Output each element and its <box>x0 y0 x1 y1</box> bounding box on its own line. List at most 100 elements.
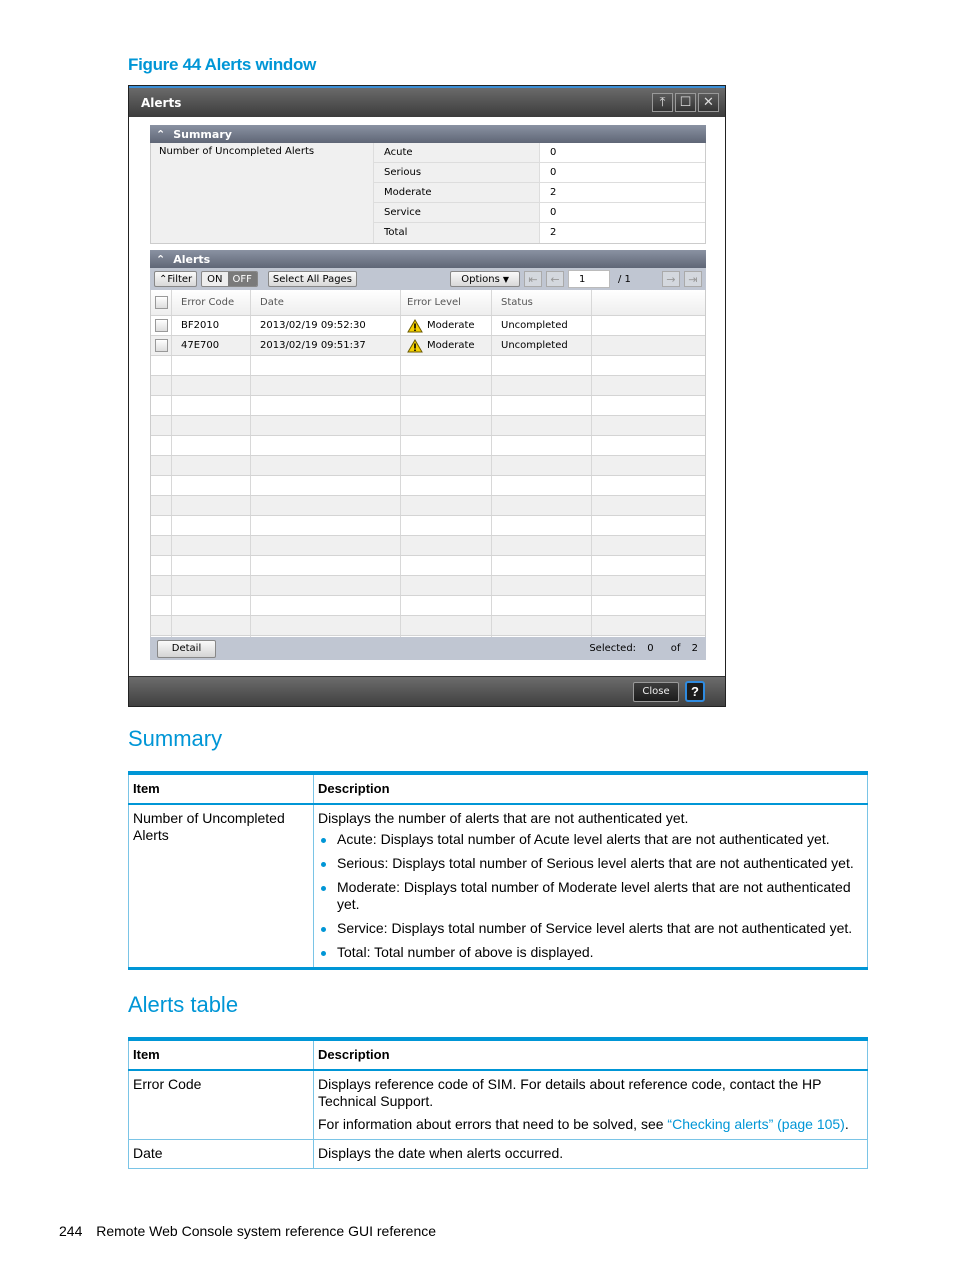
filter-off[interactable]: OFF <box>227 272 257 286</box>
empty-cell <box>151 536 172 555</box>
empty-cell <box>172 396 251 415</box>
window-title-bar[interactable]: Alerts ⤒ ☐ ✕ <box>129 86 725 117</box>
alerts-doc-table: Item Description Error Code Displays ref… <box>128 1037 868 1169</box>
empty-cell <box>492 356 592 375</box>
blank-cell <box>592 336 705 355</box>
maximize-icon[interactable]: ☐ <box>675 93 696 112</box>
table-row[interactable]: BF2010 2013/02/19 09:52:30 Moderate Unco… <box>151 316 705 336</box>
row-checkbox[interactable] <box>154 339 168 352</box>
empty-cell <box>251 616 401 635</box>
empty-cell <box>151 356 172 375</box>
table-row: Error Code Displays reference code of SI… <box>128 1069 868 1140</box>
empty-cell <box>172 516 251 535</box>
table-row <box>151 556 705 576</box>
empty-cell <box>401 556 492 575</box>
empty-cell <box>492 456 592 475</box>
help-button[interactable]: ? <box>685 681 705 702</box>
empty-cell <box>251 496 401 515</box>
empty-cell <box>492 636 592 637</box>
empty-cell <box>401 516 492 535</box>
column-header-date[interactable]: Date <box>251 290 401 315</box>
bullet-item: Moderate: Displays total number of Moder… <box>318 879 863 913</box>
table-row[interactable]: 47E700 2013/02/19 09:51:37 Moderate Unco… <box>151 336 705 356</box>
summary-panel-header[interactable]: ⌃ Summary <box>150 125 706 143</box>
detail-button[interactable]: Detail <box>157 639 216 658</box>
empty-cell <box>151 476 172 495</box>
empty-cell <box>492 616 592 635</box>
page-number-input[interactable] <box>568 270 610 288</box>
page-footer: 244 Remote Web Console system reference … <box>59 1223 436 1239</box>
empty-cell <box>172 416 251 435</box>
empty-cell <box>172 496 251 515</box>
description-cell: Displays reference code of SIM. For deta… <box>313 1069 868 1140</box>
table-row <box>151 616 705 636</box>
prev-page-icon[interactable]: ← <box>546 271 564 287</box>
collapse-icon[interactable]: ⌃ <box>156 128 165 141</box>
filter-toggle[interactable]: ON OFF <box>201 271 258 287</box>
column-header-error-level[interactable]: Error Level <box>401 290 492 315</box>
empty-cell <box>492 416 592 435</box>
empty-cell <box>251 576 401 595</box>
empty-cell <box>151 556 172 575</box>
empty-cell <box>401 416 492 435</box>
checking-alerts-link[interactable]: “Checking alerts” (page 105) <box>667 1116 844 1132</box>
summary-key: Serious <box>373 163 539 182</box>
table-row <box>151 516 705 536</box>
alerts-panel-header[interactable]: ⌃ Alerts <box>150 250 706 268</box>
table-row <box>151 576 705 596</box>
options-button[interactable]: Options ▼ <box>450 271 520 287</box>
close-icon[interactable]: ✕ <box>698 93 719 112</box>
first-page-icon[interactable]: ⇤ <box>524 271 542 287</box>
empty-cell <box>492 516 592 535</box>
empty-cell <box>592 396 705 415</box>
date-cell: 2013/02/19 09:51:37 <box>251 336 401 355</box>
empty-cell <box>592 376 705 395</box>
empty-cell <box>401 496 492 515</box>
item-cell: Error Code <box>128 1069 314 1140</box>
pin-icon[interactable]: ⤒ <box>652 93 673 112</box>
empty-cell <box>492 496 592 515</box>
last-page-icon[interactable]: ⇥ <box>684 271 702 287</box>
summary-row: Acute 0 <box>373 143 705 163</box>
empty-cell <box>251 356 401 375</box>
column-header-error-code[interactable]: Error Code <box>172 290 251 315</box>
select-all-pages-button[interactable]: Select All Pages <box>267 271 357 287</box>
row-checkbox[interactable] <box>154 319 168 332</box>
close-button[interactable]: Close <box>633 681 679 702</box>
grid-header: Error Code Date Error Level Status <box>151 290 705 316</box>
empty-cell <box>172 576 251 595</box>
text-prefix: For information about errors that need t… <box>318 1116 668 1132</box>
summary-value: 2 <box>539 183 705 202</box>
selected-label: Selected: <box>589 643 637 654</box>
empty-cell <box>592 556 705 575</box>
empty-cell <box>172 376 251 395</box>
summary-key: Service <box>373 203 539 222</box>
empty-cell <box>151 496 172 515</box>
summary-heading: Summary <box>173 127 232 141</box>
select-all-checkbox[interactable] <box>154 296 168 309</box>
alerts-window: Alerts ⤒ ☐ ✕ ⌃ Summary Number of Uncompl… <box>128 85 726 707</box>
empty-cell <box>151 456 172 475</box>
empty-cell <box>251 456 401 475</box>
empty-cell <box>492 536 592 555</box>
filter-on[interactable]: ON <box>202 272 228 286</box>
empty-cell <box>592 636 705 637</box>
page-number: 244 <box>59 1223 83 1239</box>
empty-cell <box>172 476 251 495</box>
description-cell: Displays the date when alerts occurred. <box>313 1139 868 1169</box>
table-row <box>151 536 705 556</box>
summary-row: Service 0 <box>373 203 705 223</box>
empty-cell <box>251 416 401 435</box>
empty-cell <box>151 416 172 435</box>
collapse-icon[interactable]: ⌃ <box>156 253 165 266</box>
filter-button[interactable]: ⌃ Filter <box>154 271 198 287</box>
table-row <box>151 416 705 436</box>
empty-cell <box>172 456 251 475</box>
next-page-icon[interactable]: → <box>662 271 680 287</box>
empty-cell <box>151 636 172 637</box>
column-header-status[interactable]: Status <box>492 290 592 315</box>
empty-cell <box>401 376 492 395</box>
item-cell: Date <box>128 1139 314 1169</box>
empty-cell <box>251 556 401 575</box>
empty-cell <box>251 396 401 415</box>
